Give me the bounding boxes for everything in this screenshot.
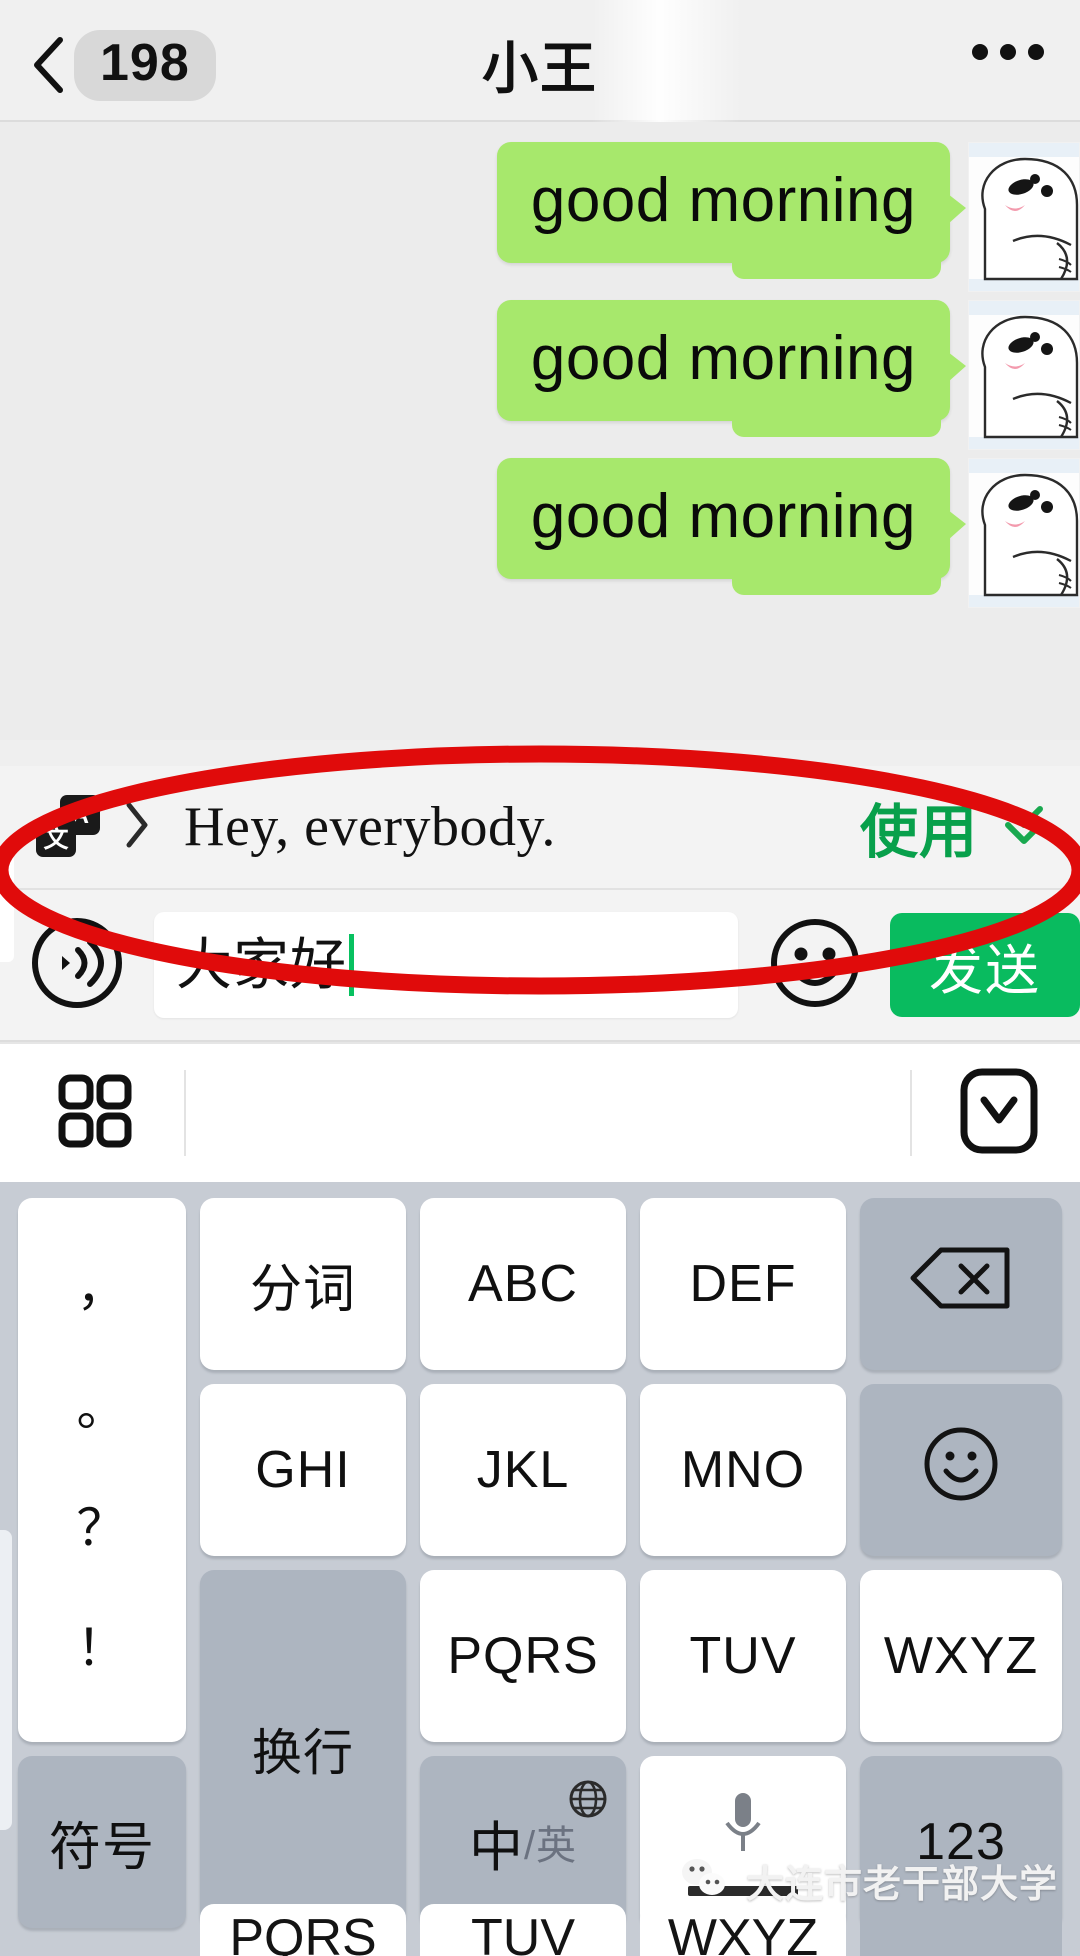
emoji-smiley-icon[interactable] xyxy=(768,916,862,1015)
message-text: good morning xyxy=(530,324,916,393)
avatar[interactable] xyxy=(968,458,1080,608)
chevrons-down-icon[interactable] xyxy=(1000,799,1048,856)
send-button[interactable]: 发送 xyxy=(890,913,1080,1017)
message-text: good morning xyxy=(530,166,916,235)
key-def[interactable]: DEF xyxy=(640,1198,846,1370)
chevron-right-icon[interactable] xyxy=(124,801,150,854)
message-text-input[interactable]: 大家好 xyxy=(154,912,738,1018)
chat-bubble-outgoing[interactable]: good morning xyxy=(496,300,967,438)
key-pqrs[interactable]: PQRS xyxy=(420,1570,626,1742)
page-title: 小王 xyxy=(482,37,598,100)
voice-input-icon[interactable] xyxy=(28,914,126,1017)
message-input-bar: 大家好 发送 xyxy=(0,890,1080,1042)
key-punct-period: 。 xyxy=(76,1380,128,1436)
message-row: good morning xyxy=(496,142,1080,292)
wechat-logo xyxy=(678,1856,732,1905)
key-backspace[interactable] xyxy=(860,1198,1062,1370)
text-caret xyxy=(349,934,354,996)
key-mno[interactable]: MNO xyxy=(640,1384,846,1556)
translation-suggestion-row[interactable]: A 文 Hey, everybody. 使用 xyxy=(0,766,1080,890)
toolbar-divider xyxy=(184,1070,186,1156)
message-row: good morning xyxy=(496,300,1080,450)
input-value: 大家好 xyxy=(176,933,347,996)
key-punct-comma: ， xyxy=(76,1260,128,1316)
key-punctuation[interactable]: ， 。 ？ ！ xyxy=(18,1198,186,1742)
more-horizontal-icon-dot xyxy=(1000,44,1016,60)
key-enter[interactable]: 换行 xyxy=(200,1570,406,1928)
translate-icon-cjk: 文 xyxy=(36,817,76,857)
hide-keyboard-icon[interactable] xyxy=(960,1068,1038,1159)
key-fenci[interactable]: 分词 xyxy=(200,1198,406,1370)
smiley-icon xyxy=(922,1425,1000,1516)
more-horizontal-icon-dot xyxy=(972,44,988,60)
chat-bubble-outgoing[interactable]: good morning xyxy=(496,142,967,280)
key-jkl[interactable]: JKL xyxy=(420,1384,626,1556)
key-tuv[interactable]: TUV xyxy=(640,1570,846,1742)
key-punct-question: ？ xyxy=(76,1500,128,1556)
message-row: good morning xyxy=(496,458,1080,608)
chat-header: 198 小王 xyxy=(0,0,1080,122)
key-lang[interactable]: 中 /英 xyxy=(420,1756,626,1928)
key-ghi[interactable]: GHI xyxy=(200,1384,406,1556)
message-list[interactable]: good morning good morning good morning xyxy=(0,122,1080,740)
translated-text: Hey, everybody. xyxy=(184,796,556,858)
globe-icon xyxy=(568,1772,608,1832)
toolbar-divider xyxy=(910,1070,912,1156)
more-options-button[interactable] xyxy=(972,44,1044,60)
avatar[interactable] xyxy=(968,300,1080,450)
screen-edge-sliver xyxy=(0,852,14,962)
watermark-text: 大连市老干部大学 xyxy=(745,1864,1058,1906)
key-abc[interactable]: ABC xyxy=(420,1198,626,1370)
screen: 198 小王 good morning good morning good mo… xyxy=(0,0,1080,1956)
key-emoji[interactable] xyxy=(860,1384,1062,1556)
key-punct-exclaim: ！ xyxy=(76,1620,128,1676)
bubble-lump xyxy=(732,415,941,438)
key-symbols[interactable]: 符号 xyxy=(18,1756,186,1928)
key-wxyz[interactable]: WXYZ xyxy=(860,1570,1062,1742)
translate-icon[interactable]: A 文 xyxy=(36,795,100,859)
screen-edge-sliver xyxy=(0,1530,12,1830)
more-horizontal-icon-dot xyxy=(1028,44,1044,60)
use-translation-button[interactable]: 使用 xyxy=(860,785,978,869)
app-grid-icon[interactable] xyxy=(58,1074,132,1153)
watermark: 大连市老干部大学 xyxy=(678,1853,1058,1908)
avatar[interactable] xyxy=(968,142,1080,292)
keypad: ， 。 ？ ！ 分词 ABC DEF GHI JKL MNO PQRS TUV … xyxy=(0,1182,1080,1956)
keyboard-toolbar xyxy=(0,1042,1080,1182)
bubble-lump xyxy=(732,573,941,596)
chat-bubble-outgoing[interactable]: good morning xyxy=(496,458,967,596)
key-lang-zh: 中 xyxy=(468,1817,524,1878)
backspace-icon xyxy=(909,1246,1013,1323)
message-text: good morning xyxy=(530,482,916,551)
bubble-lump xyxy=(732,257,941,280)
